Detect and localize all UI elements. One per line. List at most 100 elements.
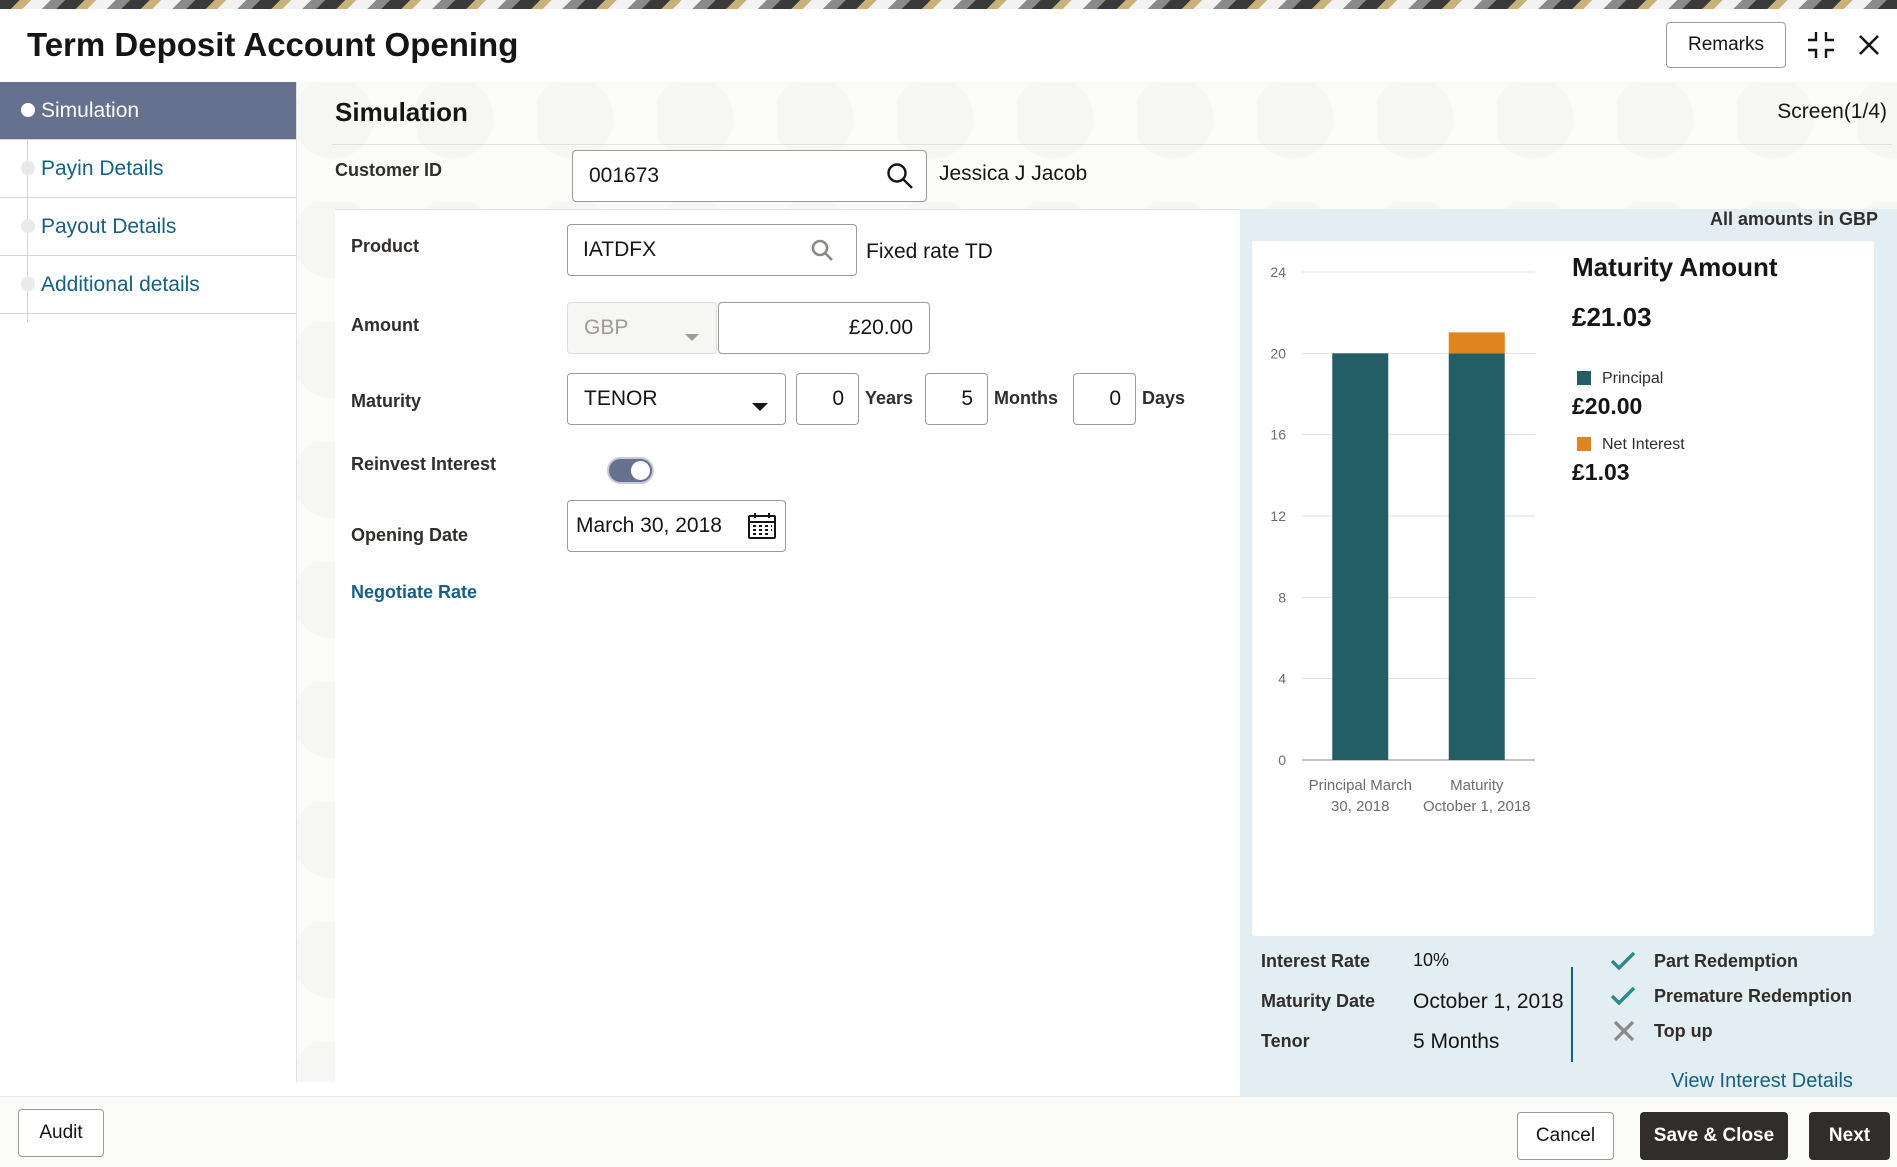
sidebar-item-label: Payin Details [41, 156, 164, 180]
maturity-date-value: October 1, 2018 [1413, 990, 1564, 1013]
opening-date-label: Opening Date [351, 525, 469, 545]
opening-date-field[interactable]: March 30, 2018 [567, 500, 786, 552]
view-interest-details-link[interactable]: View Interest Details [1671, 1070, 1853, 1093]
y-tick-label: 12 [1270, 508, 1286, 524]
maturity-amount-value: £21.03 [1572, 302, 1652, 332]
sidebar-item-simulation[interactable]: Simulation [0, 82, 296, 140]
opening-date-value: March 30, 2018 [576, 514, 722, 537]
close-icon[interactable] [1852, 28, 1886, 62]
y-tick-label: 8 [1278, 589, 1286, 605]
y-tick-label: 0 [1278, 752, 1286, 768]
bar-principal[interactable] [1332, 353, 1389, 760]
calendar-icon[interactable] [747, 512, 777, 546]
legend-label-net-interest: Net Interest [1602, 436, 1685, 453]
step-dot-icon [21, 161, 35, 175]
interest-rate-value: 10% [1413, 950, 1450, 970]
screen-counter: Screen(1/4) [1777, 100, 1887, 123]
check-icon [1610, 950, 1636, 977]
currency-select[interactable]: GBP [567, 302, 717, 354]
years-label: Years [865, 388, 914, 408]
y-tick-label: 20 [1270, 345, 1286, 361]
sidebar-item-additional-details[interactable]: Additional details [0, 256, 296, 314]
days-label: Days [1142, 388, 1186, 408]
legend-swatch-net-interest [1577, 437, 1591, 451]
next-button[interactable]: Next [1809, 1112, 1890, 1160]
step-dot-icon [21, 277, 35, 291]
sidebar-item-label: Simulation [41, 98, 140, 122]
audit-button[interactable]: Audit [18, 1109, 104, 1157]
maturity-type-value: TENOR [584, 387, 658, 410]
legend-value-principal: £20.00 [1572, 393, 1643, 419]
search-icon[interactable] [886, 162, 914, 196]
months-value: 5 [961, 387, 973, 410]
cancel-button[interactable]: Cancel [1517, 1112, 1614, 1160]
sidebar: Simulation Payin Details Payout Details … [0, 82, 297, 1082]
stats-divider [1571, 967, 1573, 1062]
sidebar-item-label: Payout Details [41, 214, 177, 238]
divider [332, 144, 1892, 145]
remarks-button[interactable]: Remarks [1666, 22, 1786, 68]
product-field[interactable]: IATDFX [567, 224, 857, 276]
sidebar-item-payin-details[interactable]: Payin Details [0, 140, 296, 198]
amount-value: £20.00 [848, 316, 913, 339]
customer-id-value: 001673 [589, 164, 660, 187]
chevron-down-icon [684, 325, 700, 349]
tenor-value: 5 Months [1413, 1030, 1500, 1053]
bar-principal[interactable] [1448, 353, 1505, 760]
days-input[interactable]: 0 [1073, 373, 1136, 425]
main-content: Simulation Screen(1/4) Customer ID 00167… [297, 82, 1897, 1100]
maturity-date-label: Maturity Date [1261, 991, 1376, 1011]
collapse-icon[interactable] [1804, 28, 1838, 62]
maturity-amount-title: Maturity Amount [1572, 252, 1778, 282]
years-value: 0 [832, 387, 844, 410]
maturity-chart: 0 4 8 12 16 20 24 Principal March 30, 2018 Maturi… [1270, 264, 1535, 815]
product-value: IATDFX [583, 238, 657, 261]
y-tick-label: 4 [1278, 671, 1286, 687]
x-tick-label: Maturity [1450, 777, 1504, 794]
save-close-button[interactable]: Save & Close [1640, 1112, 1788, 1160]
sidebar-item-payout-details[interactable]: Payout Details [0, 198, 296, 256]
product-description: Fixed rate TD [866, 240, 993, 263]
maturity-label: Maturity [351, 391, 422, 411]
customer-name: Jessica J Jacob [939, 162, 1088, 185]
bar-net-interest[interactable] [1448, 332, 1505, 354]
amount-label: Amount [351, 315, 419, 335]
page-title: Term Deposit Account Opening [27, 26, 519, 63]
feature-part-redemption: Part Redemption [1654, 951, 1799, 971]
reinvest-interest-toggle[interactable] [607, 457, 654, 484]
months-label: Months [994, 388, 1058, 408]
chart-card: 0 4 8 12 16 20 24 Principal March 30, 2018 Maturi… [1252, 241, 1874, 936]
footer-bar: Audit Cancel Save & Close Next [0, 1096, 1897, 1167]
toggle-knob [631, 461, 650, 480]
check-icon [1610, 985, 1636, 1012]
cross-icon [1613, 1020, 1635, 1047]
y-tick-label: 24 [1270, 264, 1286, 280]
feature-premature-redemption: Premature Redemption [1654, 986, 1853, 1006]
x-tick-label: October 1, 2018 [1423, 798, 1531, 815]
legend-label-principal: Principal [1602, 370, 1664, 387]
currency-value: GBP [584, 316, 629, 339]
tenor-label: Tenor [1261, 1031, 1310, 1051]
x-tick-label: 30, 2018 [1331, 798, 1389, 815]
years-input[interactable]: 0 [796, 373, 859, 425]
reinvest-interest-label: Reinvest Interest [351, 454, 497, 474]
amount-input[interactable]: £20.00 [718, 302, 930, 354]
legend-swatch-principal [1577, 371, 1591, 385]
section-title: Simulation [335, 97, 468, 127]
days-value: 0 [1109, 387, 1121, 410]
window-header: Term Deposit Account Opening Remarks [0, 9, 1897, 83]
y-tick-label: 16 [1270, 427, 1286, 443]
chevron-down-icon [751, 395, 769, 419]
summary-panel: All amounts in GBP 0 4 8 12 16 20 24 Principal … [1240, 209, 1897, 1099]
simulation-form: Product IATDFX Fixed rate TD Amount GBP … [335, 209, 1239, 1100]
negotiate-rate-link[interactable]: Negotiate Rate [351, 582, 477, 603]
months-input[interactable]: 5 [925, 373, 988, 425]
currency-note: All amounts in GBP [1709, 209, 1878, 229]
customer-id-field[interactable]: 001673 [572, 150, 927, 202]
maturity-type-select[interactable]: TENOR [567, 373, 786, 425]
sidebar-item-label: Additional details [41, 272, 200, 296]
interest-rate-label: Interest Rate [1261, 951, 1371, 971]
search-icon[interactable] [810, 238, 834, 268]
product-label: Product [351, 236, 420, 256]
legend-value-net-interest: £1.03 [1572, 459, 1630, 485]
